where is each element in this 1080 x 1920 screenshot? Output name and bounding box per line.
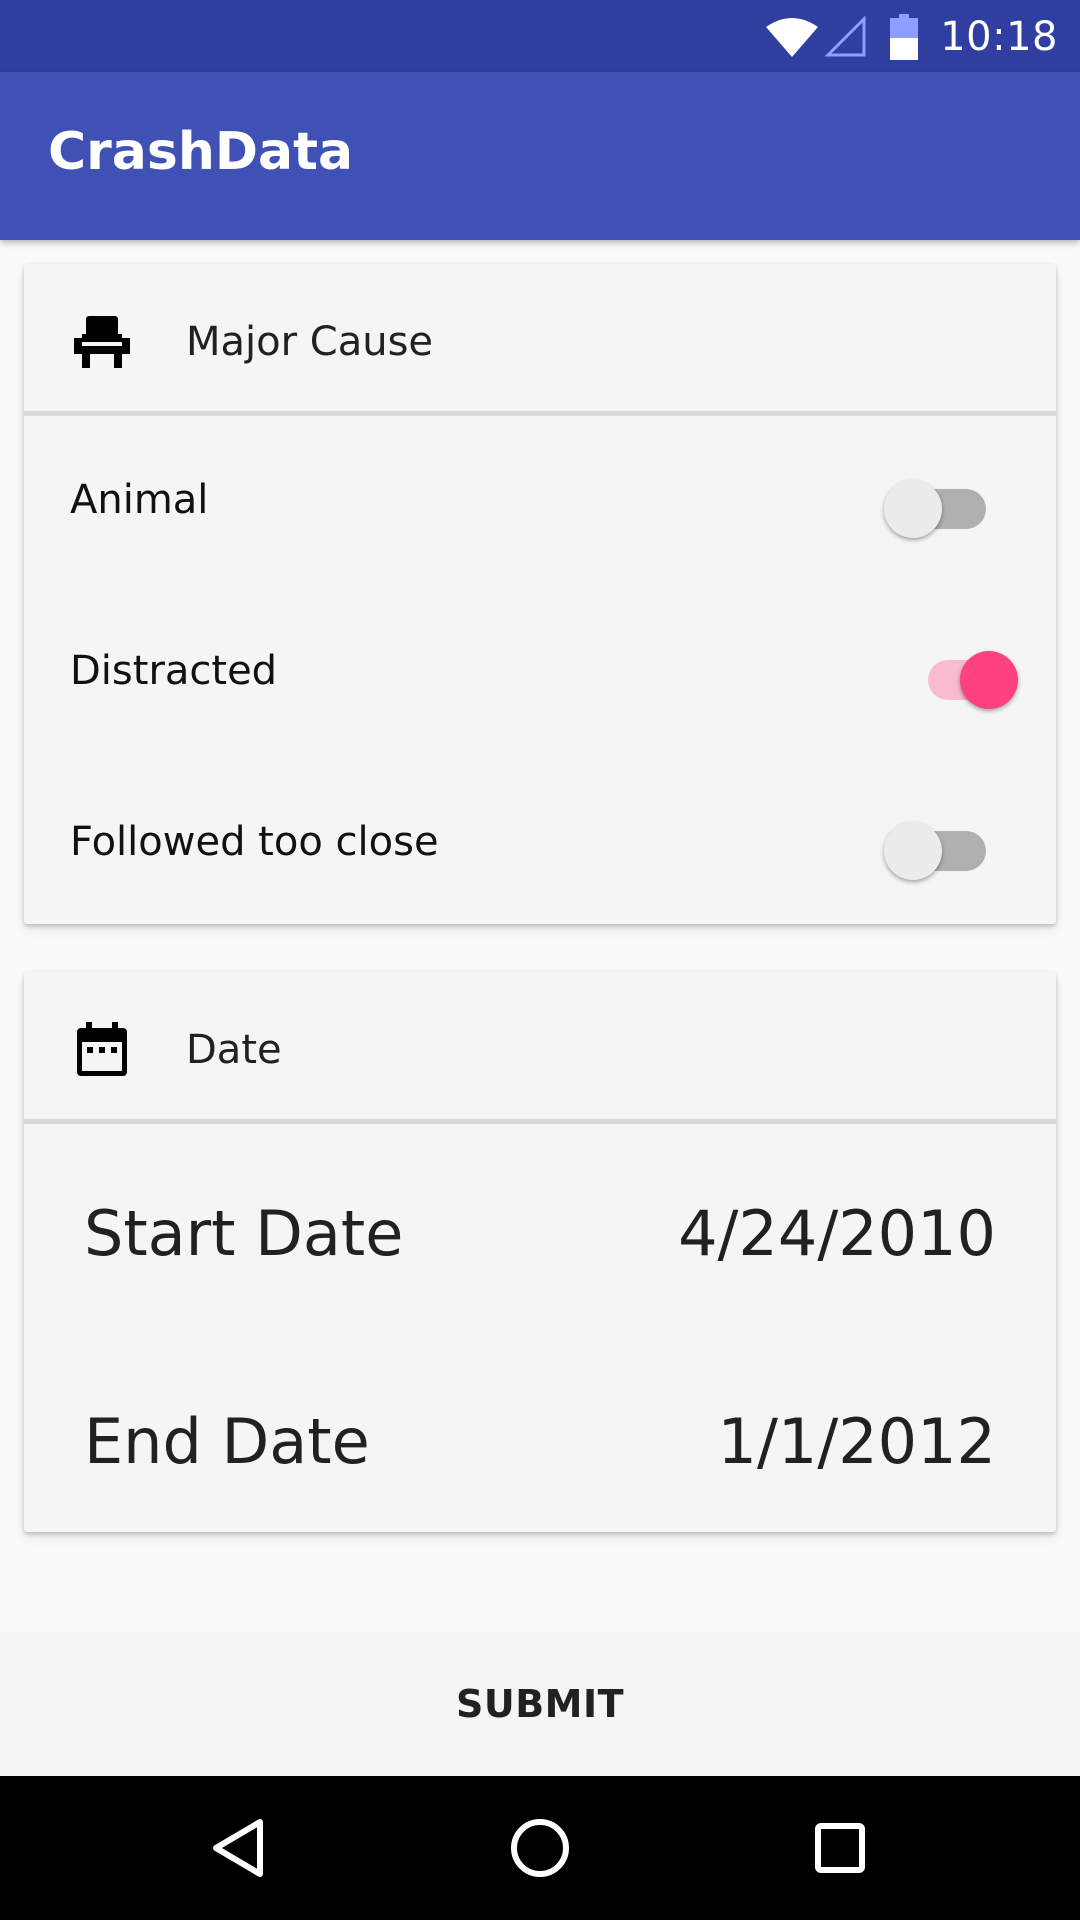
battery-icon — [890, 14, 919, 60]
back-icon[interactable] — [204, 1812, 276, 1884]
submit-area: SUBMIT — [0, 1632, 1080, 1776]
status-bar: 10:18 — [0, 0, 1080, 72]
status-time: 10:18 — [940, 14, 1058, 60]
toggle-label: Followed too close — [70, 819, 439, 865]
major-cause-title: Major Cause — [186, 319, 434, 365]
major-cause-header: Major Cause — [24, 264, 1056, 416]
home-icon[interactable] — [504, 1812, 576, 1884]
calendar-icon — [72, 1020, 132, 1080]
end-date-row[interactable]: End Date 1/1/2012 — [24, 1332, 1056, 1540]
content-area: Major Cause Animal Distracted Followed t… — [0, 240, 1080, 1632]
switch-thumb — [884, 822, 942, 880]
toggle-label: Distracted — [70, 648, 278, 694]
toggle-row-followed-too-close: Followed too close — [24, 758, 1056, 929]
date-title: Date — [186, 1027, 282, 1073]
start-date-label: Start Date — [84, 1197, 404, 1270]
start-date-value[interactable]: 4/24/2010 — [678, 1194, 996, 1274]
app-bar: CrashData — [0, 72, 1080, 240]
distracted-switch[interactable] — [880, 645, 1018, 709]
major-cause-card: Major Cause Animal Distracted Followed t… — [24, 264, 1056, 924]
end-date-label: End Date — [84, 1405, 370, 1478]
toggle-label: Animal — [70, 477, 209, 523]
date-card: Date Start Date 4/24/2010 End Date 1/1/2… — [24, 972, 1056, 1532]
switch-thumb — [884, 480, 942, 538]
wifi-icon — [764, 15, 820, 59]
recents-icon[interactable] — [804, 1812, 876, 1884]
submit-button[interactable]: SUBMIT — [0, 1632, 1080, 1776]
status-icons: 10:18 — [764, 10, 1058, 64]
switch-thumb — [960, 651, 1018, 709]
toggle-row-animal: Animal — [24, 416, 1056, 587]
navigation-bar — [0, 1776, 1080, 1920]
followed-too-close-switch[interactable] — [880, 816, 1010, 880]
app-title: CrashData — [48, 122, 354, 182]
animal-switch[interactable] — [880, 474, 1010, 538]
car-seat-icon — [72, 312, 132, 372]
cell-signal-icon — [824, 15, 868, 59]
toggle-row-distracted: Distracted — [24, 587, 1056, 758]
start-date-row[interactable]: Start Date 4/24/2010 — [24, 1124, 1056, 1332]
date-header: Date — [24, 972, 1056, 1124]
end-date-value[interactable]: 1/1/2012 — [718, 1402, 996, 1482]
